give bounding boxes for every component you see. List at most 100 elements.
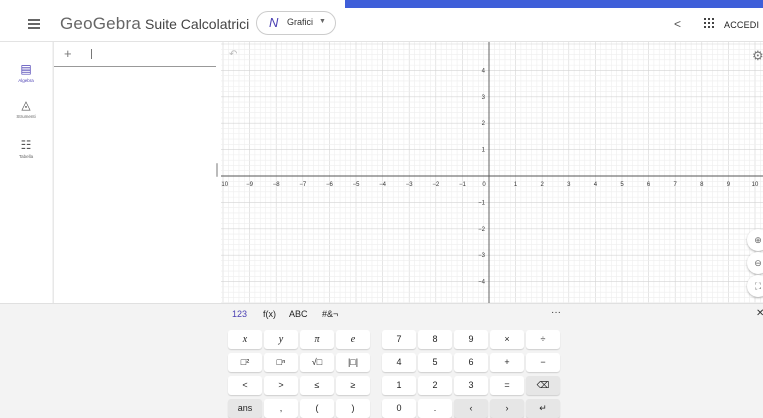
apps-grid-icon[interactable] xyxy=(704,18,714,28)
key-abs[interactable]: |□| xyxy=(336,353,370,372)
y-tick-label: 2 xyxy=(482,121,486,127)
x-tick-label: 4 xyxy=(594,182,598,188)
key-7[interactable]: 7 xyxy=(382,330,416,349)
key-equals[interactable]: = xyxy=(490,376,524,395)
undo-icon[interactable]: ↶ xyxy=(229,49,237,60)
table-icon: ☷ xyxy=(20,138,32,152)
key-less-equal[interactable]: ≤ xyxy=(300,376,334,395)
tab-letters[interactable]: ABC xyxy=(289,309,308,319)
key-pi[interactable]: π xyxy=(300,330,334,349)
key-3[interactable]: 3 xyxy=(454,376,488,395)
plus-icon[interactable]: + xyxy=(64,46,72,61)
login-button[interactable]: ACCEDI xyxy=(724,20,759,30)
gear-icon[interactable]: ⚙ xyxy=(752,48,763,64)
menu-icon[interactable] xyxy=(28,19,40,29)
y-tick-label: 4 xyxy=(482,68,486,74)
key-dot[interactable]: . xyxy=(418,399,452,418)
algebra-input-row[interactable]: + xyxy=(54,42,216,67)
sidebar-item-label: Tabella xyxy=(18,154,34,159)
x-tick-label: 8 xyxy=(700,182,704,188)
share-icon[interactable]: < xyxy=(674,17,681,31)
x-tick-label: 0 xyxy=(482,182,486,188)
y-tick-label: 3 xyxy=(482,95,486,101)
key-0[interactable]: 0 xyxy=(382,399,416,418)
close-icon[interactable]: ✕ xyxy=(756,308,763,319)
right-arrow-icon[interactable]: › xyxy=(490,399,524,418)
algebra-panel: + xyxy=(53,42,221,303)
x-tick-label: −3 xyxy=(406,182,414,188)
key-greater-equal[interactable]: ≥ xyxy=(336,376,370,395)
key-e[interactable]: e xyxy=(336,330,370,349)
fullscreen-icon[interactable]: ⛶ xyxy=(747,275,763,297)
sidebar-item-label: Strumenti xyxy=(16,114,36,119)
key-ans[interactable]: ans xyxy=(228,399,262,418)
key-5[interactable]: 5 xyxy=(418,353,452,372)
x-tick-label: 9 xyxy=(727,182,731,188)
key-minus[interactable]: − xyxy=(526,353,560,372)
tab-numbers[interactable]: 123 xyxy=(232,309,247,319)
key-open-paren[interactable]: ( xyxy=(300,399,334,418)
key-squared[interactable]: □² xyxy=(228,353,262,372)
zoom-in-icon[interactable]: ⊕ xyxy=(747,229,763,251)
y-tick-label: 1 xyxy=(482,148,486,154)
coordinate-grid: −10−9−8−7−6−5−4−3−2−10123456789104321−1−… xyxy=(221,42,763,303)
calculator-icon: ▤ xyxy=(20,62,32,76)
app-selector[interactable]: N Grafici ▼ xyxy=(256,11,336,35)
key-plus[interactable]: + xyxy=(490,353,524,372)
y-tick-label: −4 xyxy=(478,280,486,286)
key-y[interactable]: y xyxy=(264,330,298,349)
key-9[interactable]: 9 xyxy=(454,330,488,349)
x-tick-label: −6 xyxy=(326,182,334,188)
sidebar: ▤ Algebra ◬ Strumenti ☷ Tabella xyxy=(0,42,52,303)
left-arrow-icon[interactable]: ‹ xyxy=(454,399,488,418)
graph-curve-icon: N xyxy=(269,15,279,30)
key-sqrt[interactable]: √□ xyxy=(300,353,334,372)
x-tick-label: 2 xyxy=(541,182,545,188)
x-tick-label: 6 xyxy=(647,182,651,188)
key-greater[interactable]: > xyxy=(264,376,298,395)
x-tick-label: −8 xyxy=(273,182,281,188)
key-close-paren[interactable]: ) xyxy=(336,399,370,418)
x-tick-label: 1 xyxy=(514,182,518,188)
chevron-down-icon: ▼ xyxy=(319,18,326,25)
sidebar-item-algebra[interactable]: ▤ Algebra xyxy=(0,62,52,83)
x-tick-label: 7 xyxy=(674,182,678,188)
key-divide[interactable]: ÷ xyxy=(526,330,560,349)
y-tick-label: −2 xyxy=(478,227,486,233)
app-header: GeoGebra Suite Calcolatrici N Grafici ▼ … xyxy=(0,8,763,42)
key-8[interactable]: 8 xyxy=(418,330,452,349)
panel-resize-handle[interactable] xyxy=(216,163,218,177)
more-options-icon[interactable]: ··· xyxy=(551,307,561,318)
key-2[interactable]: 2 xyxy=(418,376,452,395)
x-tick-label: −4 xyxy=(379,182,387,188)
browser-banner xyxy=(345,0,763,8)
x-tick-label: −5 xyxy=(353,182,361,188)
key-multiply[interactable]: × xyxy=(490,330,524,349)
x-tick-label: 3 xyxy=(567,182,571,188)
sidebar-item-table[interactable]: ☷ Tabella xyxy=(0,138,52,159)
x-tick-label: −2 xyxy=(432,182,440,188)
suite-title: Suite Calcolatrici xyxy=(145,16,250,32)
x-tick-label: 10 xyxy=(752,182,759,188)
tab-symbols[interactable]: #&¬ xyxy=(322,309,338,319)
tools-icon: ◬ xyxy=(21,98,31,112)
key-less[interactable]: < xyxy=(228,376,262,395)
key-6[interactable]: 6 xyxy=(454,353,488,372)
key-1[interactable]: 1 xyxy=(382,376,416,395)
tab-functions[interactable]: f(x) xyxy=(263,309,276,319)
top-strip xyxy=(0,0,763,8)
backspace-icon[interactable]: ⌫ xyxy=(526,376,560,395)
graphics-view[interactable]: −10−9−8−7−6−5−4−3−2−10123456789104321−1−… xyxy=(221,42,763,303)
zoom-out-icon[interactable]: ⊖ xyxy=(747,252,763,274)
sidebar-item-label: Algebra xyxy=(18,78,34,83)
enter-icon[interactable]: ↵ xyxy=(526,399,560,418)
x-tick-label: 5 xyxy=(620,182,624,188)
y-tick-label: −3 xyxy=(478,253,486,259)
key-x[interactable]: x xyxy=(228,330,262,349)
key-4[interactable]: 4 xyxy=(382,353,416,372)
key-comma[interactable]: , xyxy=(264,399,298,418)
sidebar-item-tools[interactable]: ◬ Strumenti xyxy=(0,98,52,119)
y-tick-label: −1 xyxy=(478,200,486,206)
key-power[interactable]: □ⁿ xyxy=(264,353,298,372)
x-tick-label: −10 xyxy=(221,182,229,188)
